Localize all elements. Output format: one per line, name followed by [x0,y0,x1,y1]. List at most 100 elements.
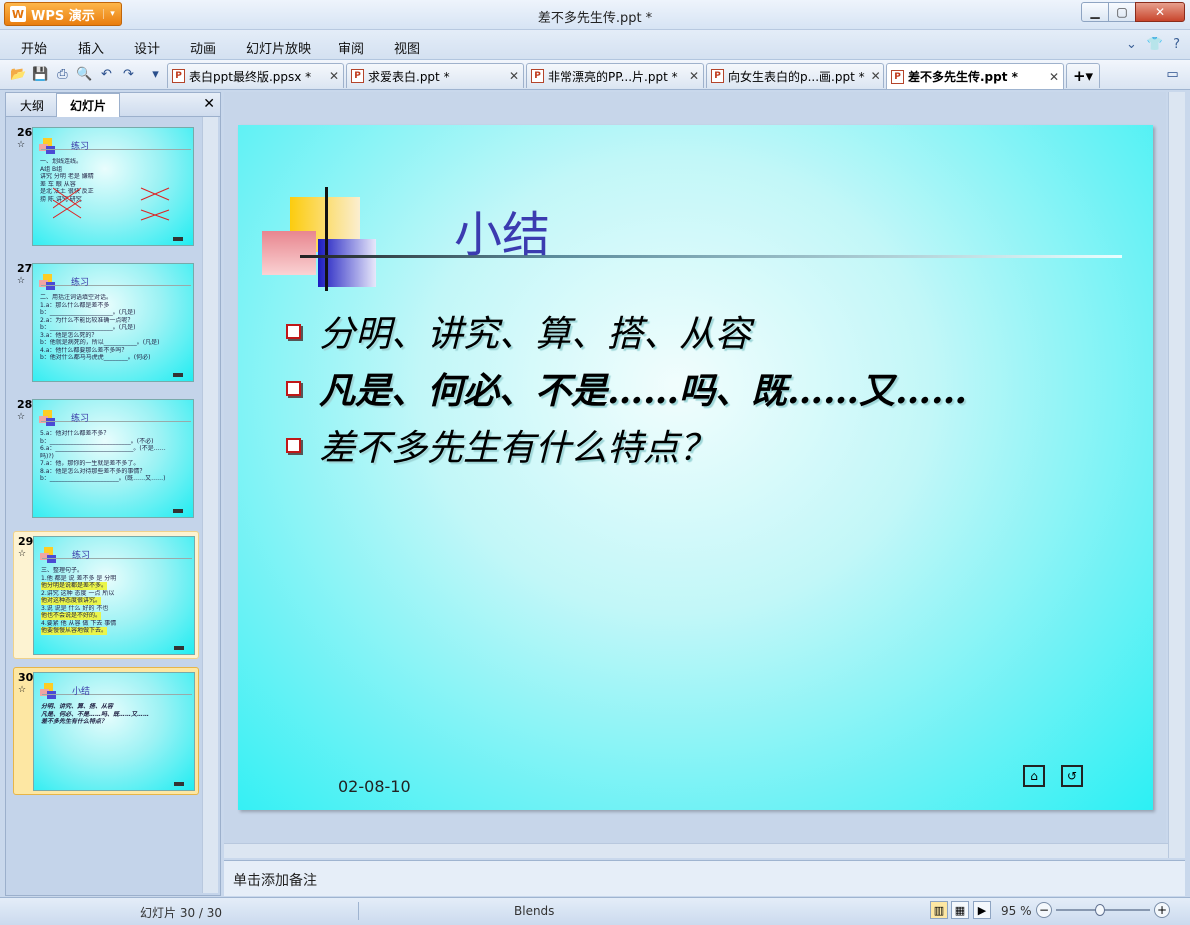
doc-tab-active[interactable]: P 差不多先生传.ppt * ✕ [886,63,1064,89]
floppy-icon[interactable]: 💾 [32,66,49,83]
thumbnail-number: 29 [18,535,34,548]
thumbnail-body: 5.a：他对什么都差不多？ b：________________________… [40,430,166,482]
slide-sorter-button[interactable]: ▦ [951,901,969,919]
menu-home[interactable]: 开始 [21,38,47,57]
open-folder-icon[interactable]: 📂 [10,66,27,83]
thumbnail-number: 27 [17,262,33,275]
normal-view-button[interactable]: ▥ [930,901,948,919]
deco-square-pink [262,231,316,275]
vertical-scrollbar[interactable] [1168,92,1185,858]
doc-tab-label: 表白ppt最终版.ppsx * [189,69,312,84]
customize-toolbar-icon[interactable]: ▾ [147,66,164,83]
doc-tab[interactable]: P 表白ppt最终版.ppsx * ✕ [167,63,344,88]
close-panel-icon[interactable]: ✕ [203,96,215,112]
menu-review[interactable]: 审阅 [338,38,364,57]
thumbnail-body: 分明、讲究、算、搭、从容 凡是、何必、不是……吗、既……又…… 差不多先生有什么特点… [41,703,150,725]
menu-view[interactable]: 视图 [394,38,420,57]
animation-star-icon: ☆ [17,412,26,422]
ppt-file-icon: P [711,69,724,83]
redo-icon[interactable]: ↷ [120,66,137,83]
bullet-item[interactable]: 差不多先生有什么特点？ [286,419,715,471]
close-window-button[interactable]: ✕ [1135,2,1185,22]
menu-animation[interactable]: 动画 [190,38,216,57]
thumbnail-title: 练习 [71,414,90,424]
bullet-item[interactable]: 凡是、何必、不是……吗、既……又…… [286,362,967,414]
title-bar: W WPS 演示 ▾ 差不多先生传.ppt * ▁ ▢ ✕ [0,0,1190,30]
thumbnail-image: 小结 分明、讲究、算、搭、从容 凡是、何必、不是……吗、既……又…… 差不多先生有什… [33,672,195,791]
zoom-in-button[interactable]: + [1154,902,1170,918]
doc-tab[interactable]: P 向女生表白的p...画.ppt * ✕ [706,63,884,88]
doc-tab[interactable]: P 非常漂亮的PP...片.ppt * ✕ [526,63,704,88]
zoom-out-button[interactable]: − [1036,902,1052,918]
ppt-file-icon: P [172,69,185,83]
animation-star-icon: ☆ [17,276,26,286]
close-tab-icon[interactable]: ✕ [683,69,699,83]
maximize-button[interactable]: ▢ [1108,2,1136,22]
slide-date: 02-08-10 [338,777,411,796]
tab-outline[interactable]: 大纲 [8,93,56,117]
slide-editor: 小结 分明、讲究、算、搭、从容 凡是、何必、不是……吗、既……又…… 差不多先生… [224,92,1166,858]
slide-counter: 幻灯片 30 / 30 [140,906,223,920]
thumbnail-body: 二、用括注词语填空对话。 1.a：那么什么都是差不多 b：____________… [40,294,160,361]
close-tab-icon[interactable]: ✕ [503,69,519,83]
collapse-ribbon-icon[interactable]: ⌄ [1126,37,1137,52]
slide-thumbnail-30[interactable]: 30 ☆ 小结 分明、讲究、算、搭、从容 凡是、何必、不是……吗、既……又…… 差不… [13,667,199,795]
bullet-item[interactable]: 分明、讲究、算、搭、从容 [286,305,751,357]
doc-tab-label: 求爱表白.ppt * [368,69,450,84]
divider [358,902,359,920]
menu-insert[interactable]: 插入 [78,38,104,57]
return-icon[interactable]: ↺ [1061,765,1083,787]
bullet-text: 分明、讲究、算、搭、从容 [319,314,752,355]
undo-icon[interactable]: ↶ [98,66,115,83]
notes-pane[interactable]: 单击添加备注 [224,860,1185,896]
connect-lines [53,187,170,221]
skin-icon[interactable]: 👕 [1147,37,1163,52]
slide-title[interactable]: 小结 [454,195,550,265]
thumbnail-number: 28 [17,398,33,411]
close-tab-icon[interactable]: ✕ [1043,70,1059,84]
slide-canvas[interactable]: 小结 分明、讲究、算、搭、从容 凡是、何必、不是……吗、既……又…… 差不多先生… [238,125,1153,810]
animation-star-icon: ☆ [18,549,27,559]
tab-list-icon[interactable]: ▭ [1164,66,1181,83]
menu-slideshow[interactable]: 幻灯片放映 [246,38,311,57]
minimize-button[interactable]: ▁ [1081,2,1109,22]
ppt-file-icon: P [891,69,904,84]
deco-vertical-line [325,187,328,291]
window-title: 差不多先生传.ppt * [537,11,653,26]
tab-slides[interactable]: 幻灯片 [56,93,120,117]
print-preview-icon[interactable]: 🔍 [76,66,93,83]
ppt-file-icon: P [531,69,544,83]
help-icon[interactable]: ? [1173,37,1180,52]
new-tab-button[interactable]: +▾ [1066,63,1100,88]
notes-placeholder: 单击添加备注 [233,873,317,889]
thumbnail-number: 26 [17,126,33,139]
status-bar: 幻灯片 30 / 30 Blends ▥ ▦ ▶ 95 % − + [0,897,1190,925]
thumbnail-title: 小结 [72,687,91,697]
close-tab-icon[interactable]: ✕ [865,69,881,83]
home-icon[interactable]: ⌂ [1023,765,1045,787]
slide-thumbnail-26[interactable]: 26 ☆ 练习 一、划线连线。 A组 B组 讲究 分明 老是 嫌精差 车 眼 从容是… [13,123,199,251]
panel-tabs: 大纲 幻灯片 ✕ [6,93,220,117]
slide-thumbnail-28[interactable]: 28 ☆ 练习 5.a：他对什么都差不多？ b：________________… [13,395,199,523]
zoom-slider-handle[interactable] [1095,904,1105,916]
horizontal-scrollbar[interactable] [224,843,1168,858]
slides-panel: 大纲 幻灯片 ✕ 26 ☆ 练习 一、划线连线。 A组 B组 讲究 分明 老是 嫌精… [5,92,221,896]
thumbnail-number: 30 [18,671,34,684]
slideshow-button[interactable]: ▶ [973,901,991,919]
doc-tab[interactable]: P 求爱表白.ppt * ✕ [346,63,524,88]
slide-thumbnail-29[interactable]: 29 ☆ 练习 三、整理句子。 1.他 都是 说 差不多 是 分明 他分明是说都是… [13,531,199,659]
theme-name: Blends [514,904,555,918]
thumbnail-body: 三、整理句子。 1.他 都是 说 差不多 是 分明 他分明是说都是差不多。 2.讲究… [41,567,117,635]
thumbnail-image: 练习 二、用括注词语填空对话。 1.a：那么什么都是差不多 b：_________… [32,263,194,382]
deco-horizontal-line [300,255,1122,258]
thumbnail-title: 练习 [72,551,91,561]
menu-design[interactable]: 设计 [134,38,160,57]
slide-thumbnail-27[interactable]: 27 ☆ 练习 二、用括注词语填空对话。 1.a：那么什么都是差不多 b：____… [13,259,199,387]
toolbar: 📂 💾 ⎙ 🔍 ↶ ↷ ▾ P 表白ppt最终版.ppsx * ✕ P 求爱表白… [0,60,1190,90]
print-icon[interactable]: ⎙ [54,66,71,83]
bullet-square-icon [286,323,301,339]
thumbnail-title: 练习 [71,278,90,288]
close-tab-icon[interactable]: ✕ [323,69,339,83]
thumbnail-title: 练习 [71,142,90,152]
thumbnail-scrollbar[interactable] [202,117,218,893]
